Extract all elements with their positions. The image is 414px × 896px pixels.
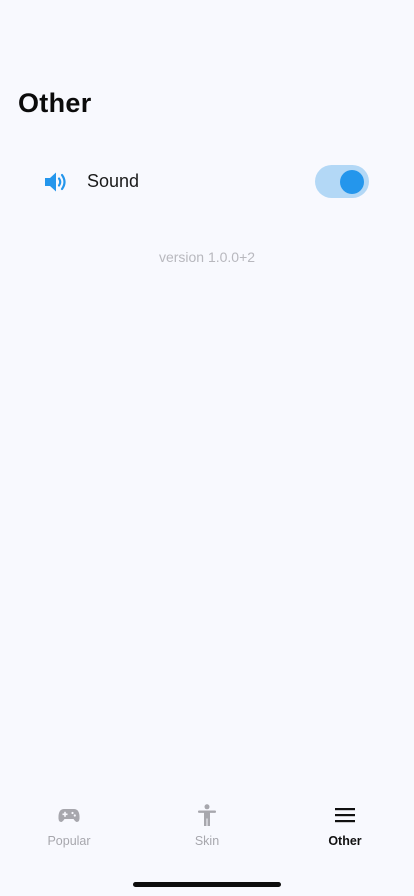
sound-toggle[interactable]: [315, 165, 369, 198]
sound-setting-row: Sound: [0, 160, 414, 204]
sound-toggle-knob: [340, 169, 364, 194]
screen: Other Sound version 1.0.0+2 Popular Skin…: [0, 0, 414, 896]
menu-lines-icon: [335, 808, 355, 823]
speaker-volume-icon: [45, 172, 66, 192]
bottom-tab-bar: Popular Skin Other: [0, 796, 414, 856]
sound-label: Sound: [87, 171, 140, 191]
home-indicator[interactable]: [133, 882, 281, 887]
tab-skin[interactable]: Skin: [138, 796, 276, 856]
gamepad-icon: [58, 809, 80, 822]
person-figure-icon: [198, 804, 216, 826]
tab-popular-label: Popular: [47, 834, 91, 848]
version-text: version 1.0.0+2: [158, 249, 256, 265]
tab-other[interactable]: Other: [276, 796, 414, 856]
tab-skin-label: Skin: [194, 834, 220, 848]
tab-other-label: Other: [328, 834, 362, 848]
page-title: Other: [18, 88, 92, 118]
tab-popular[interactable]: Popular: [0, 796, 138, 856]
